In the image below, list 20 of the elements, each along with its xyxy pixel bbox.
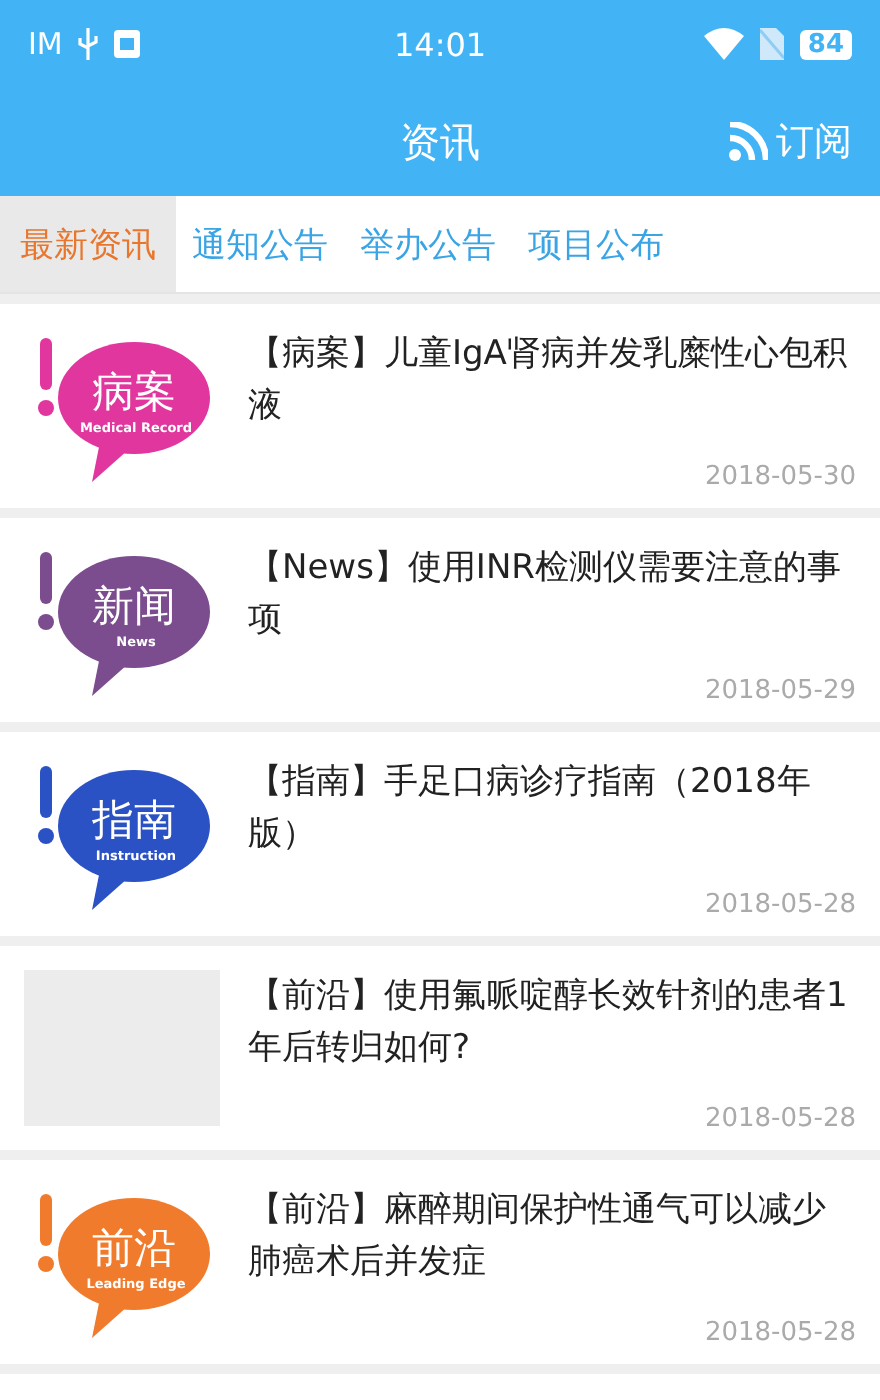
article-title: 【News】使用INR检测仪需要注意的事项 <box>248 546 843 644</box>
article-date: 2018-05-29 <box>704 676 856 706</box>
article-date: 2018-05-28 <box>704 890 856 920</box>
article-date: 2018-05-28 <box>704 1104 856 1134</box>
usb-icon <box>78 28 99 60</box>
article-title: 【前沿】麻醉期间保护性通气可以减少肺癌术后并发症 <box>248 1188 828 1286</box>
article-title: 【前沿】使用氟哌啶醇长效针剂的患者1年后转归如何? <box>248 974 850 1072</box>
article-item[interactable]: 【前沿】使用氟哌啶醇长效针剂的患者1年后转归如何? 2018-05-28 <box>0 946 880 1150</box>
article-title: 【病案】儿童IgA肾病并发乳糜性心包积液 <box>248 332 849 430</box>
clock-text: 14:01 <box>393 25 487 63</box>
article-date: 2018-05-30 <box>704 462 856 492</box>
page-title: 资讯 <box>400 115 480 169</box>
battery-indicator: 84 <box>799 29 853 59</box>
rss-icon <box>728 122 768 162</box>
carrier-text: IM <box>28 26 63 62</box>
wifi-icon <box>703 28 744 60</box>
article-date: 2018-05-28 <box>704 1318 856 1348</box>
no-sim-icon <box>759 28 784 60</box>
article-title: 【指南】手足口病诊疗指南（2018年版） <box>248 760 813 858</box>
notification-icon <box>114 30 141 58</box>
